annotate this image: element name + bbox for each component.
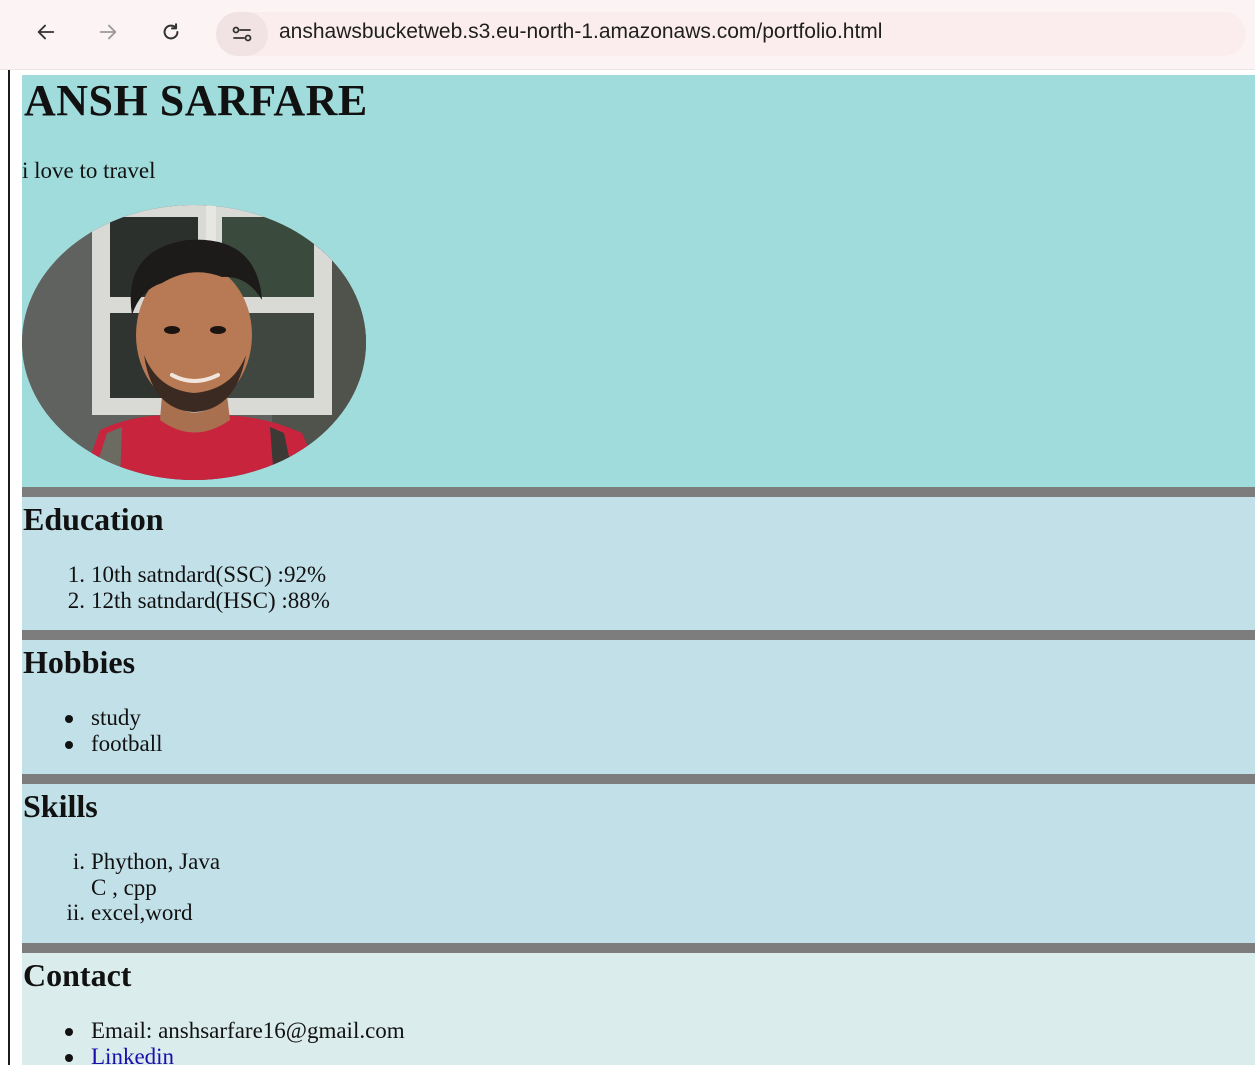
profile-photo [22, 205, 366, 480]
education-heading: Education [23, 501, 164, 537]
hobbies-section: Hobbies study football [22, 640, 1255, 774]
list-item-text: Phython, Java [91, 849, 221, 874]
linkedin-link[interactable]: Linkedin [91, 1044, 174, 1065]
list-item: football [22, 731, 1255, 757]
list-marker: i. [72, 849, 85, 874]
list-item: i. Phython, Java C , cpp [22, 849, 1255, 900]
section-divider [22, 774, 1255, 784]
profile-photo-image [22, 205, 366, 480]
viewport-edge [8, 70, 10, 1065]
bullet-icon [65, 740, 73, 749]
list-item: ii. excel,word [22, 900, 1255, 926]
list-marker: 1. [67, 562, 85, 587]
url-text[interactable]: anshawsbucketweb.s3.eu-north-1.amazonaws… [279, 20, 882, 44]
bullet-icon [65, 1028, 73, 1036]
hobbies-heading: Hobbies [23, 644, 136, 680]
list-item: 1. 10th satndard(SSC) :92% [22, 562, 1255, 588]
reload-button[interactable] [151, 12, 191, 52]
back-arrow-icon [37, 24, 55, 40]
skills-heading: Skills [23, 788, 98, 824]
bullet-icon [65, 715, 73, 723]
site-info-button[interactable] [216, 12, 268, 56]
contact-list: Email: anshsarfare16@gmail.com Linkedin [22, 994, 1255, 1065]
list-item-text: 10th satndard(SSC) :92% [91, 562, 327, 587]
section-divider [22, 487, 1255, 497]
back-button[interactable] [26, 12, 66, 52]
list-item-text: study [91, 705, 141, 730]
hobbies-list: study football [22, 681, 1255, 756]
forward-arrow-icon [99, 24, 117, 40]
list-marker: ii. [66, 900, 85, 925]
list-item: Email: anshsarfare16@gmail.com [22, 1018, 1255, 1044]
email-text: Email: anshsarfare16@gmail.com [91, 1018, 405, 1043]
contact-section: Contact Email: anshsarfare16@gmail.com L… [22, 953, 1255, 1065]
bullet-icon [65, 1053, 73, 1062]
list-item-text: football [91, 730, 163, 756]
list-item-text: excel,word [91, 900, 193, 925]
site-info-icon [232, 26, 252, 42]
education-list: 1. 10th satndard(SSC) :92% 2. 12th satnd… [22, 538, 1255, 613]
reload-icon [163, 23, 179, 40]
list-item-text: 12th satndard(HSC) :88% [91, 587, 330, 613]
browser-toolbar: anshawsbucketweb.s3.eu-north-1.amazonaws… [0, 0, 1255, 70]
portfolio-page: ANSH SARFARE i love to travel Education … [22, 75, 1255, 1065]
skills-section: Skills i. Phython, Java C , cpp ii. exce… [22, 784, 1255, 943]
list-item: study [22, 705, 1255, 731]
page-title: ANSH SARFARE [24, 76, 368, 125]
section-divider [22, 630, 1255, 640]
forward-button[interactable] [88, 12, 128, 52]
header-section: ANSH SARFARE i love to travel [22, 75, 1255, 487]
list-item: Linkedin [22, 1044, 1255, 1065]
skills-list: i. Phython, Java C , cpp ii. excel,word [22, 825, 1255, 926]
list-item: 2. 12th satndard(HSC) :88% [22, 588, 1255, 614]
education-section: Education 1. 10th satndard(SSC) :92% 2. … [22, 497, 1255, 630]
list-item-text: C , cpp [91, 874, 157, 900]
tagline: i love to travel [22, 158, 156, 183]
contact-heading: Contact [23, 957, 132, 993]
section-divider [22, 943, 1255, 953]
list-marker: 2. [67, 587, 85, 613]
